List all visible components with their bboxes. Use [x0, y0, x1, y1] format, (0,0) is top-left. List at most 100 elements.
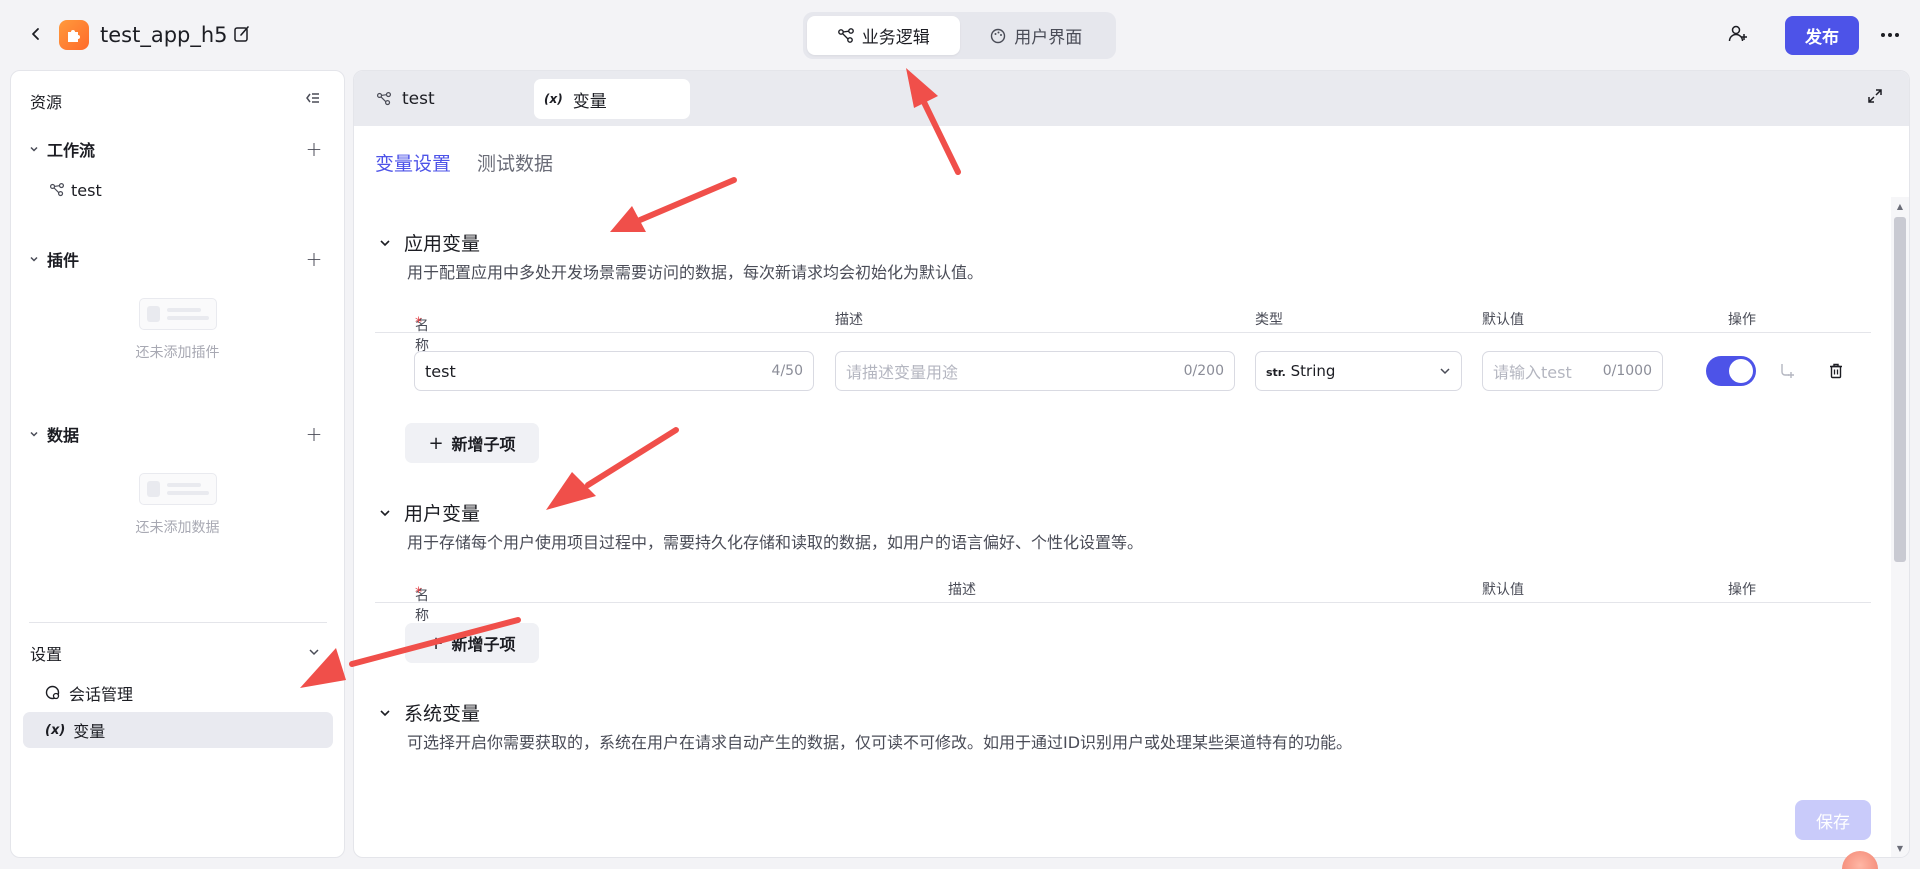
mode-user-interface[interactable]: 用户界面: [960, 16, 1113, 55]
sidebar-group-plugins[interactable]: 插件: [29, 247, 79, 271]
column-ops: 操作: [1728, 312, 1756, 328]
main-panel: test (x) 变量 变量设置 测试数据 应用变量 用于配置应用中多处开发场景…: [353, 70, 1910, 858]
chevron-down-icon: [380, 709, 390, 716]
workflow-icon: [49, 182, 65, 197]
sidebar-item-variables[interactable]: (x) 变量: [23, 712, 333, 748]
top-bar: test_app_h5 业务逻辑 用户界面 发布: [0, 0, 1920, 70]
sidebar-divider: [29, 622, 327, 623]
char-count: 0/200: [1183, 363, 1224, 379]
chevron-down-icon: [30, 256, 38, 262]
mode-business-logic[interactable]: 业务逻辑: [807, 16, 960, 55]
data-empty-state: 还未添加数据: [11, 473, 344, 537]
tab-test[interactable]: test: [354, 79, 514, 119]
mode-label: 业务逻辑: [861, 28, 930, 48]
conversation-settings-icon: [45, 685, 60, 700]
column-default: 默认值: [1482, 582, 1524, 598]
settings-subtabs: 变量设置 测试数据: [375, 149, 553, 176]
chevron-down-icon: [380, 509, 390, 516]
section-title: 应用变量: [404, 233, 481, 255]
section-title: 用户变量: [404, 503, 481, 525]
chevron-down-icon: [30, 431, 38, 437]
content-scrollbar[interactable]: ▲ ▼: [1891, 197, 1909, 857]
user-vars-table-header: 名称 * 描述 默认值 操作: [375, 573, 1871, 624]
column-desc: 描述: [948, 582, 976, 598]
tab-variable-settings[interactable]: 变量设置: [375, 149, 451, 176]
char-count: 4/50: [771, 363, 803, 379]
chevron-down-icon: [309, 649, 319, 656]
button-label: 新增子项: [451, 635, 516, 654]
input-value: test: [425, 361, 456, 381]
chevron-left-icon: [32, 28, 39, 40]
scroll-down-icon[interactable]: ▼: [1894, 842, 1906, 854]
edit-title-icon[interactable]: [232, 24, 254, 46]
resource-sidebar: 资源 工作流 + test 插件 + 还未添加插件 数据 + 还未添加数据 设置…: [10, 70, 345, 858]
sidebar-group-data[interactable]: 数据: [29, 422, 79, 446]
variable-default-input[interactable]: 请输入test 0/1000: [1482, 351, 1663, 391]
app-logo: [59, 20, 89, 50]
app-title: test_app_h5: [100, 23, 228, 47]
palette-icon: [991, 28, 1006, 43]
add-child-icon[interactable]: [1775, 359, 1799, 383]
section-system-variables[interactable]: 系统变量: [378, 699, 480, 726]
input-placeholder: 请描述变量用途: [846, 363, 959, 382]
tab-test-data[interactable]: 测试数据: [477, 149, 553, 176]
section-description: 可选择开启你需要获取的，系统在用户在请求自动产生的数据，仅可读不可修改。如用于通…: [407, 733, 1353, 752]
scroll-thumb[interactable]: [1894, 217, 1906, 562]
variable-enable-toggle[interactable]: [1706, 356, 1756, 386]
chevron-down-icon: [30, 146, 38, 152]
group-label: 数据: [47, 426, 80, 445]
app-vars-table-header: 名称 * 描述 类型 默认值 操作: [375, 303, 1871, 354]
tab-label: 变量: [572, 91, 607, 112]
sidebar-title: 资源: [30, 93, 63, 112]
tab-variables[interactable]: (x) 变量: [534, 79, 690, 119]
more-options-icon[interactable]: [1877, 24, 1903, 46]
plus-icon: +: [428, 432, 444, 454]
delete-icon[interactable]: [1824, 359, 1848, 383]
expand-icon[interactable]: [1866, 87, 1888, 109]
sidebar-item-test[interactable]: test: [49, 178, 102, 202]
column-ops: 操作: [1728, 582, 1756, 598]
tab-label: test: [402, 89, 435, 109]
input-placeholder: 请输入test: [1493, 363, 1572, 382]
settings-title: 设置: [30, 645, 63, 664]
save-button[interactable]: 保存: [1795, 800, 1871, 840]
variable-desc-input[interactable]: 请描述变量用途 0/200: [835, 351, 1235, 391]
sidebar-group-workflow[interactable]: 工作流: [29, 137, 95, 161]
empty-placeholder-icon: [138, 298, 217, 330]
group-label: 插件: [47, 251, 80, 270]
publish-button[interactable]: 发布: [1785, 16, 1859, 55]
sidebar-item-conversation-management[interactable]: 会话管理: [23, 675, 333, 711]
item-label: 变量: [73, 722, 106, 741]
scroll-up-icon[interactable]: ▲: [1894, 200, 1906, 212]
plugins-empty-state: 还未添加插件: [11, 298, 344, 362]
add-data-button[interactable]: +: [303, 422, 325, 446]
variable-name-input[interactable]: test 4/50: [414, 351, 814, 391]
variable-type-select[interactable]: str. String: [1255, 351, 1462, 391]
workflow-icon: [376, 91, 392, 106]
add-subitem-button-user[interactable]: + 新增子项: [405, 623, 539, 663]
empty-text: 还未添加数据: [135, 520, 220, 536]
char-count: 0/1000: [1602, 363, 1652, 379]
column-default: 默认值: [1482, 312, 1524, 328]
section-description: 用于配置应用中多处开发场景需要访问的数据，每次新请求均会初始化为默认值。: [407, 263, 984, 282]
section-app-variables[interactable]: 应用变量: [378, 229, 480, 256]
section-title: 系统变量: [404, 703, 481, 725]
variable-icon: (x): [45, 722, 66, 738]
add-workflow-button[interactable]: +: [303, 137, 325, 161]
type-value: str. String: [1266, 362, 1336, 380]
mode-label: 用户界面: [1014, 28, 1083, 48]
collaborators-icon[interactable]: [1727, 23, 1751, 47]
add-plugin-button[interactable]: +: [303, 247, 325, 271]
item-label: test: [71, 180, 102, 200]
add-subitem-button-app[interactable]: + 新增子项: [405, 423, 539, 463]
file-tab-bar: test (x) 变量: [354, 71, 1909, 126]
item-label: 会话管理: [69, 685, 134, 704]
back-button[interactable]: [24, 22, 48, 46]
section-user-variables[interactable]: 用户变量: [378, 499, 480, 526]
chevron-down-icon: [1440, 368, 1450, 375]
collapse-sidebar-icon[interactable]: [303, 89, 325, 111]
puzzle-icon: [68, 30, 80, 42]
column-type: 类型: [1255, 312, 1283, 328]
settings-toggle-button[interactable]: [303, 641, 325, 663]
plus-icon: +: [428, 632, 444, 654]
